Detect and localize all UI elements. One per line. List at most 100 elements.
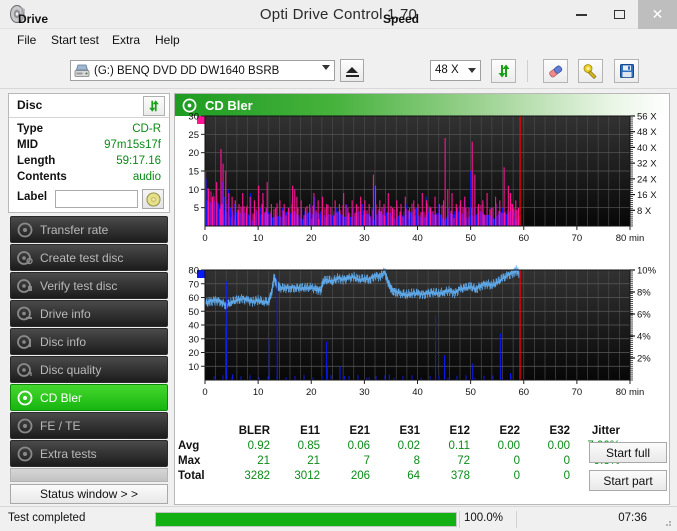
- sidebar-item-create-test-disc[interactable]: Create test disc: [10, 244, 168, 271]
- table-header-row: BLER E11 E21 E31 E12 E22 E32 Jitter: [178, 425, 620, 438]
- svg-text:80 min: 80 min: [616, 387, 645, 398]
- status-text: Test completed: [8, 512, 86, 524]
- sidebar-item-label: Extra tests: [40, 446, 97, 461]
- start-full-button[interactable]: Start full: [589, 442, 667, 463]
- svg-text:50: 50: [465, 387, 476, 398]
- svg-text:50: 50: [188, 307, 199, 318]
- close-button[interactable]: ✕: [638, 0, 677, 29]
- svg-text:8 X: 8 X: [637, 206, 652, 217]
- start-part-button[interactable]: Start part: [589, 470, 667, 491]
- settings-button[interactable]: [578, 59, 603, 83]
- speed-label: Speed: [383, 12, 420, 26]
- cell-max-e22: 0: [513, 454, 520, 467]
- maximize-button[interactable]: [600, 0, 638, 29]
- erase-button[interactable]: [543, 59, 568, 83]
- eject-button[interactable]: [340, 59, 364, 82]
- status-separator: [516, 511, 517, 528]
- cell-max-bler: 21: [257, 454, 270, 467]
- disc-icon: [17, 334, 33, 350]
- status-bar: Test completed 100.0% 07:36: [0, 506, 677, 531]
- sidebar-item-label: Create test disc: [40, 250, 124, 265]
- minimize-button[interactable]: [562, 0, 600, 29]
- sidebar-item-verify-test-disc[interactable]: Verify test disc: [10, 272, 168, 299]
- resize-grip-icon: [666, 521, 671, 526]
- sidebar-item-drive-info[interactable]: Drive info: [10, 300, 168, 327]
- cell-total-e22: 0: [513, 469, 520, 482]
- disc-row-key: Contents: [17, 171, 67, 183]
- sidebar-item-extra-tests[interactable]: Extra tests: [10, 440, 168, 467]
- progress-bar: [155, 512, 457, 527]
- cell-avg-e31: 0.02: [397, 439, 420, 452]
- minimize-icon: [575, 13, 587, 16]
- table-row: Total 3282 3012 206 64 378 0 0: [178, 468, 620, 483]
- speed-select[interactable]: 48 X: [430, 60, 481, 81]
- cd-bler-jitter-chart: 10 20 30 40 50 60 70 80 2% 4% 6% 8% 10% 0 10 20 30 40 50 60…: [188, 265, 657, 398]
- svg-text:4%: 4%: [637, 332, 651, 343]
- menu-start-test[interactable]: Start test: [44, 29, 106, 51]
- sidebar-item-transfer-rate[interactable]: Transfer rate: [10, 216, 168, 243]
- svg-text:8%: 8%: [637, 288, 651, 299]
- save-button[interactable]: [614, 59, 639, 83]
- toolbar-separator: [527, 60, 528, 82]
- col-header-e31: E31: [399, 425, 420, 437]
- sidebar-item-label: Transfer rate: [40, 222, 109, 237]
- label-text: Label: [17, 191, 48, 203]
- disc-row-length: Length 59:17.16: [17, 155, 161, 170]
- disc-icon: [17, 362, 33, 378]
- svg-text:48 X: 48 X: [637, 127, 657, 138]
- disc-row-value: audio: [132, 171, 161, 183]
- refresh-button[interactable]: [491, 59, 516, 83]
- elapsed-time: 07:36: [618, 512, 647, 524]
- disc-row-key: Type: [17, 123, 43, 135]
- stats-table: BLER E11 E21 E31 E12 E22 E32 Jitter Avg …: [178, 425, 620, 483]
- sidebar-item-label: Verify test disc: [40, 278, 118, 293]
- svg-text:15: 15: [188, 167, 199, 178]
- sidebar-item-fe-te[interactable]: FE / TE: [10, 412, 168, 439]
- svg-text:10%: 10%: [637, 266, 657, 277]
- disc-panel-header: Disc: [9, 94, 169, 118]
- cell-avg-e12: 0.11: [448, 439, 470, 452]
- svg-text:25: 25: [188, 130, 199, 141]
- sidebar-item-cd-bler[interactable]: CD Bler: [10, 384, 168, 411]
- disc-refresh-button[interactable]: [143, 96, 165, 116]
- erase-icon: [548, 65, 562, 78]
- sidebar-filler: [10, 468, 168, 482]
- cell-avg-e22: 0.00: [497, 439, 520, 452]
- disc-icon: [17, 222, 33, 238]
- status-window-button[interactable]: Status window > >: [10, 484, 168, 504]
- svg-text:30: 30: [359, 233, 370, 244]
- stats-corner: [178, 425, 220, 438]
- svg-text:2%: 2%: [637, 354, 651, 365]
- maximize-icon: [613, 10, 625, 19]
- progress-fill: [156, 513, 456, 526]
- disc-label-cd-button[interactable]: [142, 189, 164, 209]
- disc-label-input[interactable]: [55, 190, 138, 208]
- cell-total-e11: 3012: [294, 469, 320, 482]
- svg-text:30: 30: [359, 387, 370, 398]
- cell-total-bler: 3282: [244, 469, 270, 482]
- menu-extra[interactable]: Extra: [105, 29, 147, 51]
- col-header-e11: E11: [300, 425, 320, 437]
- drive-select[interactable]: (G:) BENQ DVD DD DW1640 BSRB: [70, 60, 335, 81]
- menu-help[interactable]: Help: [148, 29, 187, 51]
- sidebar-item-label: Drive info: [40, 306, 91, 321]
- disc-label-caption: Label: [17, 191, 57, 206]
- sidebar-item-disc-quality[interactable]: Disc quality: [10, 356, 168, 383]
- sidebar-nav: Transfer rate Create test disc Verify te…: [10, 216, 168, 468]
- svg-text:10: 10: [188, 362, 199, 373]
- col-header-e32: E32: [549, 425, 570, 437]
- svg-text:32 X: 32 X: [637, 159, 657, 170]
- cell-avg-e32: 0.00: [547, 439, 570, 452]
- svg-text:60: 60: [188, 293, 199, 304]
- disc-icon: [17, 390, 33, 406]
- svg-text:0: 0: [202, 387, 207, 398]
- progress-label: 100.0%: [464, 512, 504, 524]
- svg-text:40: 40: [412, 233, 423, 244]
- svg-text:24 X: 24 X: [637, 174, 657, 185]
- menu-file[interactable]: File: [10, 29, 43, 51]
- col-header-bler: BLER: [238, 425, 270, 437]
- disc-icon: [17, 446, 33, 462]
- svg-text:40 X: 40 X: [637, 143, 657, 154]
- svg-text:20: 20: [306, 233, 317, 244]
- sidebar-item-disc-info[interactable]: Disc info: [10, 328, 168, 355]
